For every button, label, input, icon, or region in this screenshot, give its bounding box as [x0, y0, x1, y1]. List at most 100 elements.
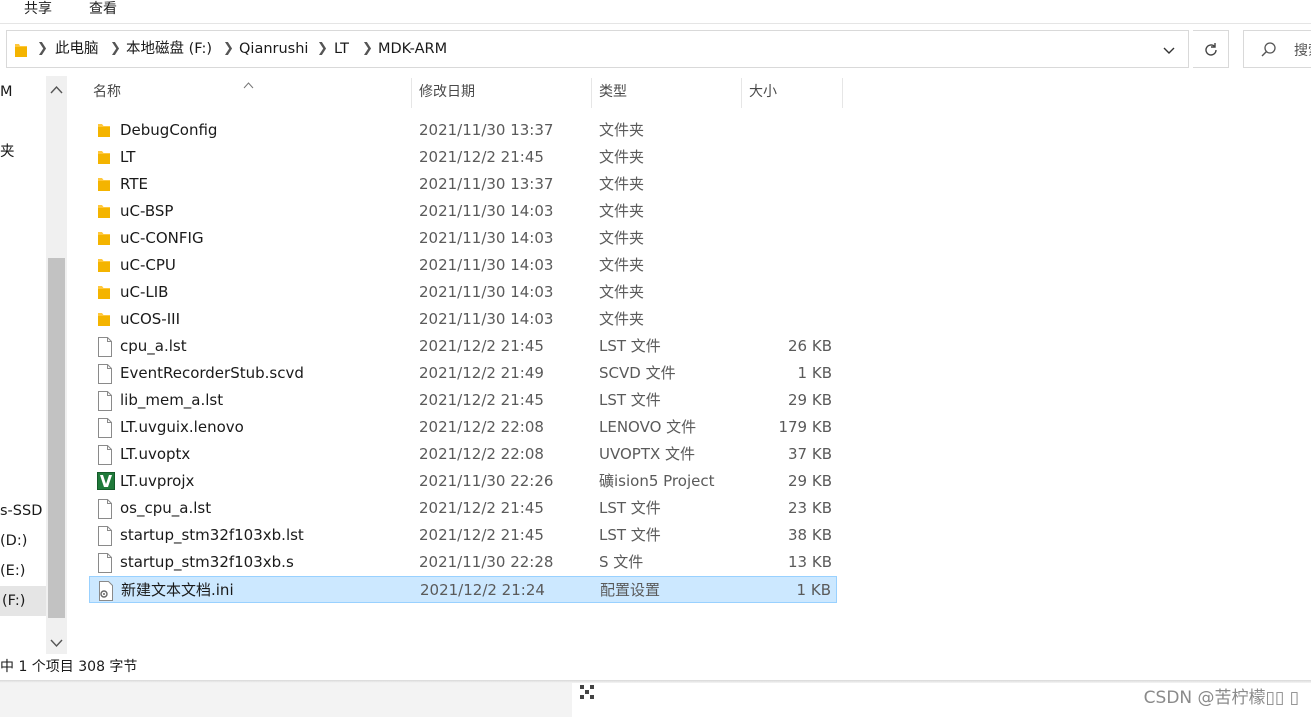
refresh-icon	[1205, 43, 1217, 56]
file-type: LENOVO 文件	[599, 418, 697, 436]
file-type: LST 文件	[599, 526, 661, 544]
file-date: 2021/12/2 22:08	[419, 445, 544, 463]
scroll-down-icon[interactable]	[50, 633, 63, 652]
file-name: uC-LIB	[120, 283, 169, 301]
folder-icon	[97, 283, 113, 301]
address-bar[interactable]: ❯ 此电脑 ❯ 本地磁盘 (F:) ❯ Qianrushi ❯ LT ❯ MDK…	[6, 30, 1189, 68]
file-date: 2021/11/30 22:26	[419, 472, 554, 490]
file-name: LT.uvguix.lenovo	[120, 418, 244, 436]
chevron-right-icon[interactable]: ❯	[317, 39, 328, 59]
breadcrumb-mdk-arm[interactable]: MDK-ARM	[378, 39, 447, 59]
column-header-size[interactable]: 大小	[742, 78, 843, 108]
file-type: 文件夹	[599, 202, 645, 220]
status-text: 中 1 个项目 308 字节	[0, 659, 138, 675]
folder-icon	[97, 310, 113, 328]
drag-handle-icon[interactable]	[578, 683, 596, 705]
tab-share[interactable]: 共享	[24, 0, 52, 18]
folder-row[interactable]: uC-BSP 2021/11/30 14:03 文件夹	[89, 198, 837, 225]
file-date: 2021/11/30 14:03	[419, 283, 554, 301]
file-row[interactable]: LT.uvprojx 2021/11/30 22:26 礦ision5 Projec…	[89, 468, 837, 495]
file-row[interactable]: lib_mem_a.lst 2021/12/2 21:45 LST 文件 29 KB	[89, 387, 837, 414]
file-name: DebugConfig	[120, 121, 218, 139]
watermark: CSDN @苦柠檬▯▯ ▯	[1143, 688, 1299, 708]
file-type: 配置设置	[600, 581, 661, 599]
folder-icon	[97, 121, 113, 139]
file-icon	[97, 445, 113, 465]
file-type: 文件夹	[599, 256, 645, 274]
file-row[interactable]: 新建文本文档.ini 2021/12/2 21:24 配置设置 1 KB	[89, 576, 837, 603]
chevron-right-icon[interactable]: ❯	[37, 39, 48, 59]
breadcrumb-drive-f[interactable]: 本地磁盘 (F:)	[126, 39, 212, 59]
file-icon	[97, 499, 113, 519]
file-size: 179 KB	[778, 418, 832, 436]
folder-icon	[14, 42, 28, 62]
file-size: 29 KB	[788, 472, 832, 490]
scrollbar-thumb[interactable]	[48, 258, 65, 618]
file-size: 13 KB	[788, 553, 832, 571]
chevron-right-icon[interactable]: ❯	[362, 39, 373, 59]
column-header-name[interactable]: 名称	[86, 78, 412, 108]
nav-item[interactable]: (D:)	[0, 531, 27, 551]
folder-row[interactable]: uC-LIB 2021/11/30 14:03 文件夹	[89, 279, 837, 306]
file-icon	[97, 364, 113, 384]
folder-row[interactable]: DebugConfig 2021/11/30 13:37 文件夹	[89, 117, 837, 144]
file-row[interactable]: startup_stm32f103xb.s 2021/11/30 22:28 S 文…	[89, 549, 837, 576]
file-name: RTE	[120, 175, 148, 193]
folder-row[interactable]: uCOS-III 2021/11/30 14:03 文件夹	[89, 306, 837, 333]
file-type: S 文件	[599, 553, 644, 571]
file-type: LST 文件	[599, 337, 661, 355]
status-bar: 中 1 个项目 308 字节	[0, 656, 137, 680]
nav-scrollbar[interactable]	[46, 76, 67, 654]
breadcrumb-this-pc[interactable]: 此电脑	[55, 39, 99, 59]
chevron-down-icon[interactable]	[1162, 42, 1176, 61]
file-date: 2021/12/2 22:08	[419, 418, 544, 436]
file-type: UVOPTX 文件	[599, 445, 696, 463]
file-name: LT	[120, 148, 136, 166]
file-row[interactable]: LT.uvguix.lenovo 2021/12/2 22:08 LENOVO 文件…	[89, 414, 837, 441]
chevron-right-icon[interactable]: ❯	[223, 39, 234, 59]
column-header-type[interactable]: 类型	[592, 78, 742, 108]
file-size: 37 KB	[788, 445, 832, 463]
nav-item[interactable]: (E:)	[0, 561, 25, 581]
file-type: 文件夹	[599, 283, 645, 301]
breadcrumb-lt[interactable]: LT	[334, 39, 349, 59]
nav-item[interactable]: s-SSD (	[0, 501, 53, 521]
file-row[interactable]: startup_stm32f103xb.lst 2021/12/2 21:45 LS…	[89, 522, 837, 549]
refresh-button[interactable]	[1193, 30, 1229, 68]
nav-item[interactable]: M	[0, 82, 13, 102]
file-type: 文件夹	[599, 148, 645, 166]
tab-view[interactable]: 查看	[89, 0, 117, 18]
file-size: 23 KB	[788, 499, 832, 517]
file-date: 2021/11/30 14:03	[419, 310, 554, 328]
column-header-date[interactable]: 修改日期	[412, 78, 592, 108]
file-row[interactable]: LT.uvoptx 2021/12/2 22:08 UVOPTX 文件 37 KB	[89, 441, 837, 468]
search-box[interactable]: 搜索	[1243, 30, 1311, 68]
file-date: 2021/11/30 13:37	[419, 121, 554, 139]
file-row[interactable]: cpu_a.lst 2021/12/2 21:45 LST 文件 26 KB	[89, 333, 837, 360]
file-explorer-window: 共享 查看 ❯ 此电脑 ❯ 本地磁盘 (F:) ❯ Qianrushi ❯ LT…	[0, 0, 1311, 683]
folder-row[interactable]: LT 2021/12/2 21:45 文件夹	[89, 144, 837, 171]
file-type: 礦ision5 Project	[599, 472, 715, 490]
file-name: EventRecorderStub.scvd	[120, 364, 304, 382]
nav-item[interactable]: 夹	[0, 142, 15, 162]
file-icon	[97, 526, 113, 546]
chevron-right-icon[interactable]: ❯	[110, 39, 121, 59]
folder-icon	[97, 256, 113, 274]
file-name: startup_stm32f103xb.s	[120, 553, 294, 571]
folder-row[interactable]: RTE 2021/11/30 13:37 文件夹	[89, 171, 837, 198]
file-type: 文件夹	[599, 121, 645, 139]
file-date: 2021/12/2 21:45	[419, 148, 544, 166]
file-date: 2021/11/30 14:03	[419, 256, 554, 274]
file-row[interactable]: EventRecorderStub.scvd 2021/12/2 21:49 SCV…	[89, 360, 837, 387]
nav-item-drive-f[interactable]: (F:)	[0, 586, 46, 616]
scroll-up-icon[interactable]	[50, 80, 63, 99]
background-area	[0, 683, 1311, 717]
folder-row[interactable]: uC-CPU 2021/11/30 14:03 文件夹	[89, 252, 837, 279]
search-icon	[1261, 42, 1276, 57]
settings-file-icon	[98, 581, 114, 601]
file-name: LT.uvprojx	[120, 472, 195, 490]
breadcrumb-qianrushi[interactable]: Qianrushi	[239, 39, 308, 59]
folder-row[interactable]: uC-CONFIG 2021/11/30 14:03 文件夹	[89, 225, 837, 252]
file-row[interactable]: os_cpu_a.lst 2021/12/2 21:45 LST 文件 23 KB	[89, 495, 837, 522]
file-type: SCVD 文件	[599, 364, 676, 382]
